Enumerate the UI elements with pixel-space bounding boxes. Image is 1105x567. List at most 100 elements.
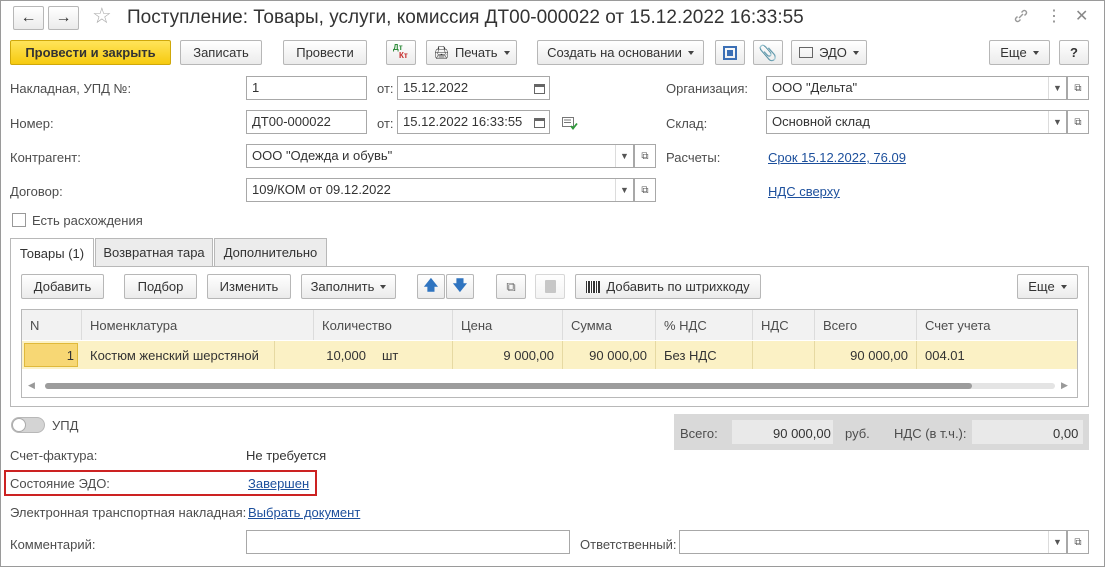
table-more-button[interactable]: Еще xyxy=(1017,274,1078,299)
scroll-right-icon[interactable]: ▶ xyxy=(1061,380,1068,391)
upd-label: УПД xyxy=(52,418,79,433)
edit-row-button[interactable]: Изменить xyxy=(207,274,291,299)
invoice-label: Счет-фактура: xyxy=(10,448,98,463)
responsible-label: Ответственный: xyxy=(580,537,677,552)
chevron-down-icon[interactable]: ▼ xyxy=(1048,111,1066,133)
column-header-n[interactable]: N xyxy=(22,310,82,340)
paste-rows-button[interactable] xyxy=(535,274,565,299)
move-down-button[interactable]: 🡇 xyxy=(446,274,474,299)
calendar-icon[interactable] xyxy=(530,77,548,99)
open-warehouse-button[interactable]: ⧉ xyxy=(1067,110,1089,134)
currency-label: руб. xyxy=(845,426,870,441)
row-sum[interactable]: 90 000,00 xyxy=(563,341,656,369)
column-header-vat[interactable]: НДС xyxy=(753,310,815,340)
column-header-total[interactable]: Всего xyxy=(815,310,917,340)
row-account[interactable]: 004.01 xyxy=(917,341,1077,369)
row-vat[interactable] xyxy=(753,341,815,369)
copy-rows-button[interactable]: ⧉ xyxy=(496,274,526,299)
post-and-close-button[interactable]: Провести и закрыть xyxy=(10,40,171,65)
edo-state-link[interactable]: Завершен xyxy=(248,476,309,491)
row-vat-rate[interactable]: Без НДС xyxy=(656,341,753,369)
invoice-value: Не требуется xyxy=(246,448,327,463)
row-quantity[interactable]: 10,000 xyxy=(275,341,374,369)
copy-icon: ⧉ xyxy=(506,278,516,294)
attachments-button[interactable]: 📎 xyxy=(753,40,783,65)
number-label: Номер: xyxy=(10,116,54,131)
paste-icon xyxy=(544,280,556,293)
print-button[interactable]: 🖨 Печать xyxy=(426,40,517,65)
column-header-price[interactable]: Цена xyxy=(453,310,563,340)
comment-field[interactable] xyxy=(246,530,570,554)
link-icon[interactable] xyxy=(1013,8,1029,24)
open-icon: ⧉ xyxy=(1074,82,1082,94)
chevron-down-icon[interactable]: ▼ xyxy=(615,145,633,167)
barcode-icon xyxy=(586,280,601,293)
more-button[interactable]: Еще xyxy=(989,40,1050,65)
row-item[interactable]: Костюм женский шерстяной xyxy=(82,341,275,369)
column-header-sum[interactable]: Сумма xyxy=(563,310,656,340)
selection-button[interactable]: Подбор xyxy=(124,274,197,299)
open-organization-button[interactable]: ⧉ xyxy=(1067,76,1089,100)
calendar-icon[interactable] xyxy=(530,111,548,133)
forward-button[interactable]: → xyxy=(48,6,79,30)
edo-state-label: Состояние ЭДО: xyxy=(10,476,110,491)
chevron-down-icon[interactable]: ▼ xyxy=(615,179,633,201)
document-check-icon[interactable] xyxy=(562,117,578,130)
column-header-account[interactable]: Счет учета xyxy=(917,310,1077,340)
invoice-number-field[interactable]: 1 xyxy=(246,76,367,100)
close-icon[interactable]: ✕ xyxy=(1075,6,1088,26)
column-header-vat-rate[interactable]: % НДС xyxy=(656,310,753,340)
invoice-date-field[interactable]: 15.12.2022 xyxy=(397,76,550,100)
organization-field[interactable]: ООО "Дельта" ▼ xyxy=(766,76,1067,100)
create-based-on-button[interactable]: Создать на основании xyxy=(537,40,704,65)
column-header-quantity[interactable]: Количество xyxy=(314,310,453,340)
discrepancy-checkbox[interactable] xyxy=(12,213,26,227)
dtkt-button[interactable]: Дт Кт xyxy=(386,40,416,65)
chevron-down-icon[interactable]: ▼ xyxy=(1048,77,1066,99)
row-price[interactable]: 9 000,00 xyxy=(453,341,563,369)
ettn-link[interactable]: Выбрать документ xyxy=(248,505,360,520)
number-field[interactable]: ДТ00-000022 xyxy=(246,110,367,134)
row-number[interactable]: 1 xyxy=(22,341,82,369)
responsible-field[interactable]: ▼ xyxy=(679,530,1067,554)
dtkt-icon: Дт Кт xyxy=(393,42,408,60)
counterparty-field[interactable]: ООО "Одежда и обувь" ▼ xyxy=(246,144,634,168)
open-counterparty-button[interactable]: ⧉ xyxy=(634,144,656,168)
post-button[interactable]: Провести xyxy=(283,40,367,65)
save-button[interactable]: Записать xyxy=(180,40,262,65)
fill-button[interactable]: Заполнить xyxy=(301,274,396,299)
contract-field[interactable]: 109/КОМ от 09.12.2022 ▼ xyxy=(246,178,634,202)
tab-active-cover xyxy=(11,265,93,267)
arrow-right-icon: → xyxy=(55,9,72,26)
back-button[interactable]: ← xyxy=(13,6,44,30)
column-header-item[interactable]: Номенклатура xyxy=(82,310,314,340)
row-total[interactable]: 90 000,00 xyxy=(815,341,917,369)
row-unit[interactable]: шт xyxy=(374,341,453,369)
help-button[interactable]: ? xyxy=(1059,40,1089,65)
scroll-left-icon[interactable]: ◀ xyxy=(28,380,35,391)
organization-label: Организация: xyxy=(666,81,749,96)
edo-icon xyxy=(799,47,814,58)
paperclip-icon: 📎 xyxy=(758,44,778,62)
upd-toggle[interactable] xyxy=(11,417,45,433)
more-vertical-icon[interactable]: ⋮ xyxy=(1046,6,1062,26)
vat-value: 0,00 xyxy=(1053,426,1079,441)
tab-returnable-packaging[interactable]: Возвратная тара xyxy=(95,238,213,266)
edo-button[interactable]: ЭДО xyxy=(791,40,867,65)
open-contract-button[interactable]: ⧉ xyxy=(634,178,656,202)
open-responsible-button[interactable]: ⧉ xyxy=(1067,530,1089,554)
add-by-barcode-button[interactable]: Добавить по штрихкоду xyxy=(575,274,761,299)
tab-goods[interactable]: Товары (1) xyxy=(10,238,94,267)
scrollbar-thumb[interactable] xyxy=(45,383,972,389)
warehouse-field[interactable]: Основной склад ▼ xyxy=(766,110,1067,134)
favorite-star-icon[interactable]: ☆ xyxy=(92,3,112,29)
vat-link[interactable]: НДС сверху xyxy=(768,184,840,199)
settlements-link[interactable]: Срок 15.12.2022, 76.09 xyxy=(768,150,906,165)
number-date-field[interactable]: 15.12.2022 16:33:55 xyxy=(397,110,550,134)
move-up-button[interactable]: 🡅 xyxy=(417,274,445,299)
tab-additional[interactable]: Дополнительно xyxy=(214,238,327,266)
chevron-down-icon[interactable]: ▼ xyxy=(1048,531,1066,553)
structure-button[interactable] xyxy=(715,40,745,65)
add-row-button[interactable]: Добавить xyxy=(21,274,104,299)
open-icon: ⧉ xyxy=(1074,536,1082,548)
